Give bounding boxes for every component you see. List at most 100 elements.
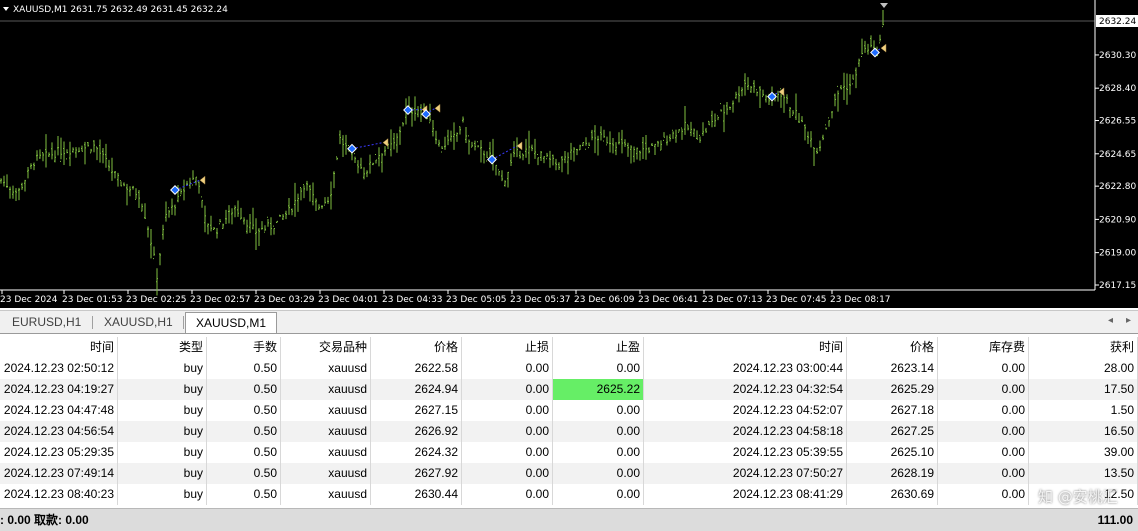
table-cell: 13.50: [1029, 463, 1138, 484]
table-cell: buy: [118, 400, 207, 421]
table-cell: 2627.25: [847, 421, 938, 442]
table-row[interactable]: 2024.12.23 04:47:48 buy 0.50 xauusd 2627.15 0…: [0, 400, 1138, 421]
column-header[interactable]: 手数: [207, 337, 281, 358]
tab-separator: [92, 316, 93, 329]
price-axis-label: 2619.00: [1099, 249, 1136, 259]
table-cell: 0.00: [553, 463, 644, 484]
price-chart[interactable]: 2630.30 2628.40 2626.55 2624.65 2622.80 2620.…: [0, 0, 1138, 308]
table-row[interactable]: 2024.12.23 05:29:35 buy 0.50 xauusd 2624.32 0…: [0, 442, 1138, 463]
table-cell: 2024.12.23 02:50:12: [0, 358, 118, 379]
time-axis-label: 23 Dec 04:33: [382, 295, 443, 305]
chart-tab-bar: EURUSD,H1 XAUUSD,H1 XAUUSD,M1 ◂ ▸: [0, 310, 1138, 334]
column-header[interactable]: 止盈: [553, 337, 644, 358]
table-row[interactable]: 2024.12.23 07:49:14 buy 0.50 xauusd 2627.92 0…: [0, 463, 1138, 484]
table-cell: 2626.92: [371, 421, 462, 442]
table-cell: 2623.14: [847, 358, 938, 379]
table-row[interactable]: 2024.12.23 04:56:54 buy 0.50 xauusd 2626.92 0…: [0, 421, 1138, 442]
table-row[interactable]: 2024.12.23 02:50:12 buy 0.50 xauusd 2622.58 0…: [0, 358, 1138, 379]
table-cell: 2627.18: [847, 400, 938, 421]
table-cell: buy: [118, 379, 207, 400]
price-axis-label: 2620.90: [1099, 215, 1136, 225]
chart-canvas[interactable]: 2630.30 2628.40 2626.55 2624.65 2622.80 2620.…: [0, 0, 1138, 308]
time-axis-label: 23 Dec 06:41: [638, 295, 699, 305]
table-cell: 2024.12.23 08:41:29: [644, 484, 847, 505]
table-row[interactable]: 2024.12.23 08:40:23 buy 0.50 xauusd 2630.44 0…: [0, 484, 1138, 505]
symbol-info: XAUUSD,M1 2631.75 2632.49 2631.45 2632.2…: [13, 5, 228, 15]
table-cell: 2024.12.23 04:52:07: [644, 400, 847, 421]
time-axis-label: 23 Dec 02:25: [126, 295, 187, 305]
table-cell: 0.00: [938, 379, 1029, 400]
table-cell: 2625.22: [553, 379, 644, 400]
tab-xauusd-h1[interactable]: XAUUSD,H1: [94, 314, 183, 331]
time-axis-label: 23 Dec 05:05: [446, 295, 507, 305]
table-cell: 2024.12.23 04:32:54: [644, 379, 847, 400]
column-header[interactable]: 时间: [644, 337, 847, 358]
table-cell: 2024.12.23 05:39:55: [644, 442, 847, 463]
current-price-label: 2632.24: [1099, 17, 1136, 27]
table-cell: 2024.12.23 07:49:14: [0, 463, 118, 484]
table-cell: 2627.92: [371, 463, 462, 484]
table-cell: 2024.12.23 04:47:48: [0, 400, 118, 421]
column-header[interactable]: 获利: [1029, 337, 1138, 358]
time-axis-label: 23 Dec 01:53: [62, 295, 123, 305]
time-axis-label: 23 Dec 05:37: [510, 295, 571, 305]
table-cell: 2625.29: [847, 379, 938, 400]
table-cell: 0.50: [207, 421, 281, 442]
column-header[interactable]: 价格: [371, 337, 462, 358]
table-cell: 0.50: [207, 463, 281, 484]
tab-xauusd-m1[interactable]: XAUUSD,M1: [185, 312, 278, 333]
column-header[interactable]: 类型: [118, 337, 207, 358]
table-cell: 2024.12.23 03:00:44: [644, 358, 847, 379]
scroll-left-icon[interactable]: ◂: [1108, 315, 1113, 326]
table-cell: 2024.12.23 04:19:27: [0, 379, 118, 400]
price-axis-label: 2624.65: [1099, 150, 1136, 160]
time-axis-label: 23 Dec 02:57: [190, 295, 251, 305]
table-cell: 2024.12.23 08:40:23: [0, 484, 118, 505]
table-cell: 0.00: [553, 421, 644, 442]
table-cell: 2024.12.23 04:56:54: [0, 421, 118, 442]
table-cell: 0.00: [553, 400, 644, 421]
column-header[interactable]: 库存费: [938, 337, 1029, 358]
table-cell: 28.00: [1029, 358, 1138, 379]
price-axis-label: 2626.55: [1099, 117, 1136, 127]
table-cell: 0.00: [938, 421, 1029, 442]
table-cell: 0.50: [207, 358, 281, 379]
table-cell: xauusd: [281, 484, 371, 505]
table-cell: 0.00: [938, 463, 1029, 484]
table-cell: 0.00: [462, 463, 553, 484]
column-header[interactable]: 交易品种: [281, 337, 371, 358]
price-axis-label: 2617.15: [1099, 281, 1136, 291]
table-cell: 16.50: [1029, 421, 1138, 442]
table-cell: buy: [118, 358, 207, 379]
table-cell: 2024.12.23 05:29:35: [0, 442, 118, 463]
table-cell: 2024.12.23 04:58:18: [644, 421, 847, 442]
time-axis-label: 23 Dec 03:29: [254, 295, 315, 305]
table-cell: 0.50: [207, 442, 281, 463]
table-cell: xauusd: [281, 358, 371, 379]
column-header[interactable]: 时间: [0, 337, 118, 358]
table-header-row[interactable]: 时间 类型 手数 交易品种 价格 止损 止盈 时间 价格 库存费 获利: [0, 337, 1138, 359]
table-cell: 0.00: [553, 484, 644, 505]
time-axis-label: 23 Dec 08:17: [830, 295, 891, 305]
table-cell: 2622.58: [371, 358, 462, 379]
time-axis-label: 23 Dec 07:13: [702, 295, 763, 305]
total-profit: 111.00: [1097, 513, 1133, 527]
column-header[interactable]: 止损: [462, 337, 553, 358]
table-row[interactable]: 2024.12.23 04:19:27 buy 0.50 xauusd 2624.94 0…: [0, 379, 1138, 400]
price-axis-label: 2622.80: [1099, 182, 1136, 192]
tab-separator: [183, 316, 184, 329]
table-cell: 2625.10: [847, 442, 938, 463]
price-axis-label: 2628.40: [1099, 84, 1136, 94]
table-cell: 0.00: [553, 358, 644, 379]
table-cell: 1.50: [1029, 400, 1138, 421]
column-header[interactable]: 价格: [847, 337, 938, 358]
table-cell: 0.00: [462, 421, 553, 442]
table-cell: 0.50: [207, 379, 281, 400]
table-cell: 0.50: [207, 400, 281, 421]
table-cell: 0.00: [938, 358, 1029, 379]
table-cell: 0.00: [462, 484, 553, 505]
tab-eurusd-h1[interactable]: EURUSD,H1: [2, 314, 91, 331]
scroll-right-icon[interactable]: ▸: [1126, 315, 1131, 326]
table-cell: xauusd: [281, 463, 371, 484]
table-cell: buy: [118, 421, 207, 442]
